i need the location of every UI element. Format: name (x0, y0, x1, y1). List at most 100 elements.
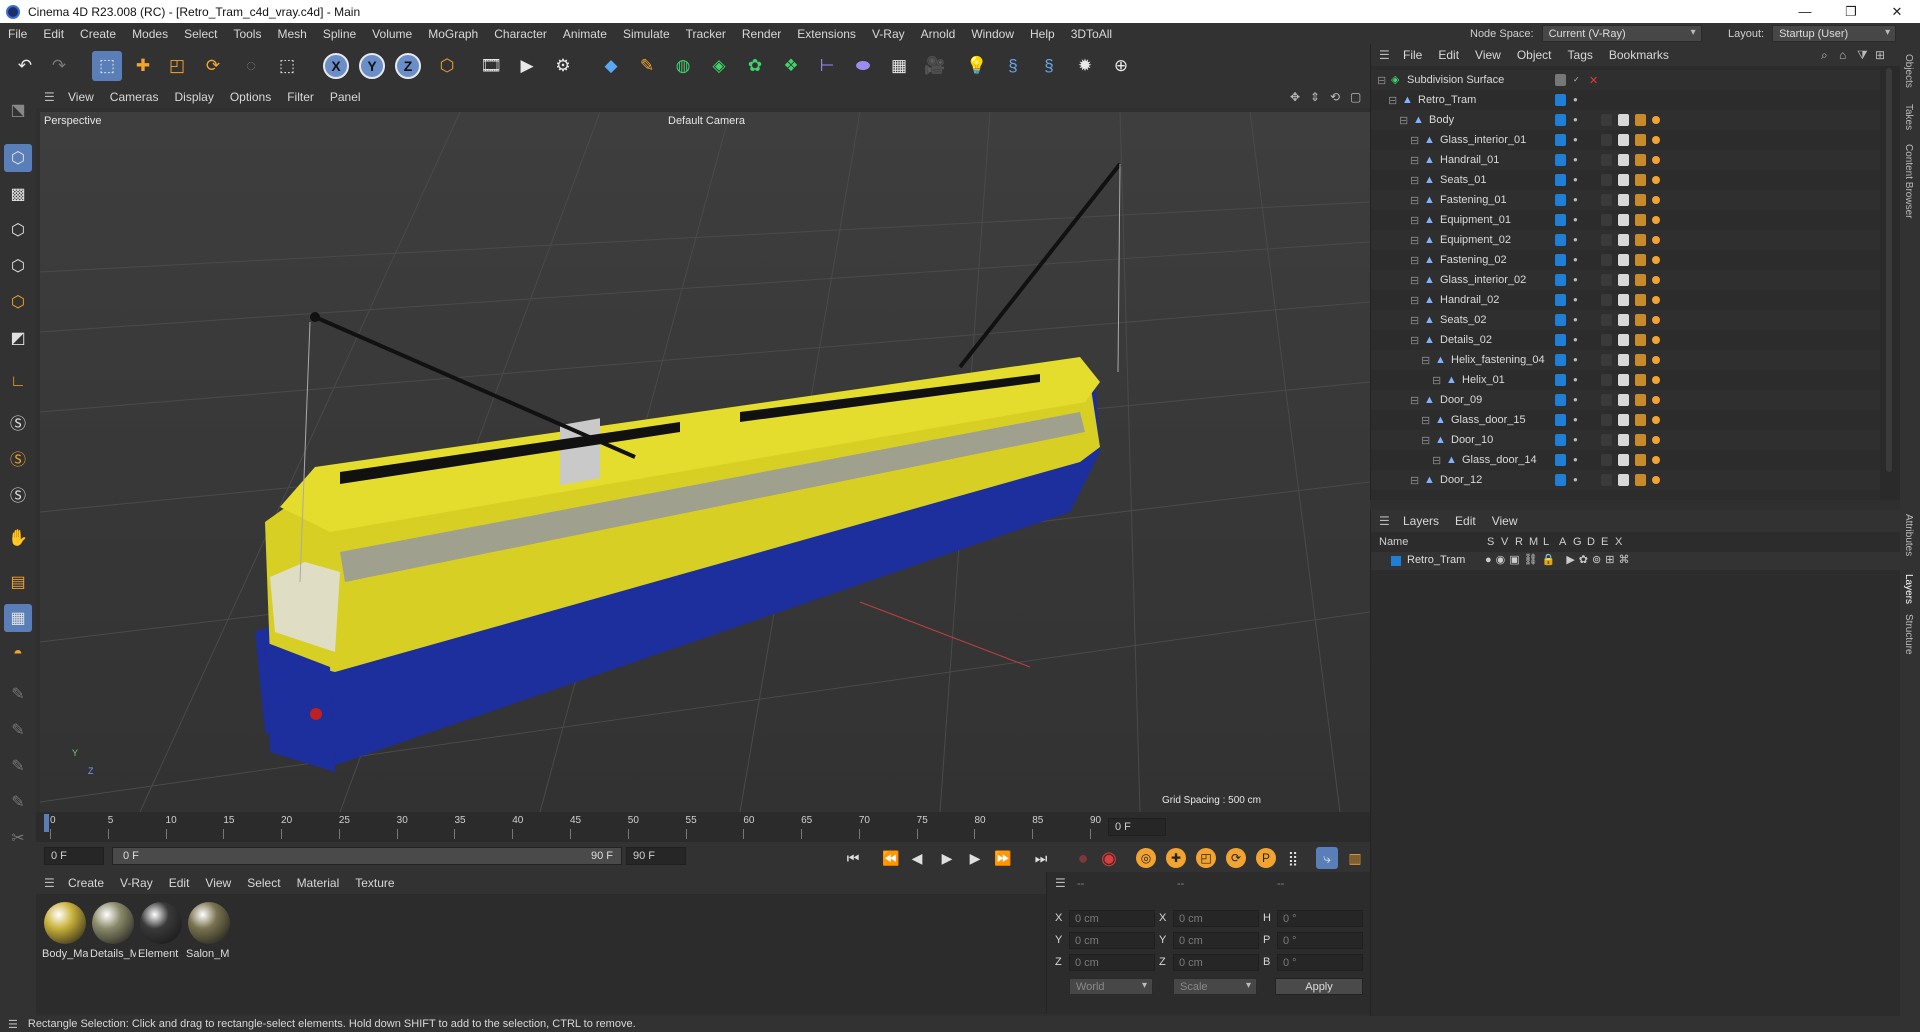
checker-tag-icon[interactable] (1618, 254, 1629, 266)
layer-color-swatch[interactable] (1555, 314, 1566, 326)
vray-tag-icon[interactable] (1652, 176, 1660, 184)
record-icon[interactable]: ● (1072, 847, 1094, 869)
visibility-dot-icon[interactable]: ● (1573, 156, 1578, 164)
tweak-icon[interactable]: ✋ (4, 524, 32, 552)
tab-attributes[interactable]: Attributes (1903, 514, 1914, 556)
auto-key-icon[interactable]: ◉ (1098, 847, 1120, 869)
object-row[interactable]: ⊟ ▲ Helix_01 ● (1371, 370, 1880, 390)
expand-toggle-icon[interactable]: ⊟ (1399, 114, 1408, 127)
visibility-dot-icon[interactable]: ● (1573, 436, 1578, 444)
object-row[interactable]: ⊟ ▲ Seats_02 ● (1371, 310, 1880, 330)
uv-tag-icon[interactable] (1635, 434, 1646, 446)
object-name[interactable]: Glass_door_14 (1462, 454, 1537, 466)
object-row[interactable]: ⊟ ▲ Helix_fastening_04 ● (1371, 350, 1880, 370)
obj-menu-object[interactable]: Object (1509, 48, 1560, 62)
recent-tool-icon[interactable]: ◌ (236, 51, 266, 81)
checker-tag-icon[interactable] (1618, 174, 1629, 186)
render-off-icon[interactable]: ✕ (1589, 74, 1598, 87)
menu-render[interactable]: Render (734, 27, 789, 41)
material-tag-icon[interactable] (1601, 394, 1612, 406)
object-row[interactable]: ⊟ ▲ Handrail_01 ● (1371, 150, 1880, 170)
material-tag-icon[interactable] (1601, 254, 1612, 266)
object-name[interactable]: Fastening_02 (1440, 254, 1507, 266)
material-tag-icon[interactable] (1601, 314, 1612, 326)
material-tag-icon[interactable] (1601, 154, 1612, 166)
uv-tag-icon[interactable] (1635, 414, 1646, 426)
vray-tag-icon[interactable] (1652, 396, 1660, 404)
object-scroll-thumb[interactable] (1886, 68, 1892, 472)
enable-check-icon[interactable]: ✓ (1573, 76, 1580, 84)
material-tag-icon[interactable] (1601, 354, 1612, 366)
paint-icon[interactable]: ✎ (4, 680, 32, 708)
checker-tag-icon[interactable] (1618, 414, 1629, 426)
object-row[interactable]: ⊟ ▲ Seats_01 ● (1371, 170, 1880, 190)
spline-pen-icon[interactable]: ✎ (632, 51, 662, 81)
tab-structure[interactable]: Structure (1903, 614, 1914, 655)
mat-menu-texture[interactable]: Texture (347, 876, 402, 890)
object-row[interactable]: ⊟ ▲ Door_09 ● (1371, 390, 1880, 410)
layer-color-swatch[interactable] (1555, 274, 1566, 286)
obj-menu-bookmarks[interactable]: Bookmarks (1601, 48, 1677, 62)
checker-tag-icon[interactable] (1618, 374, 1629, 386)
camera-icon[interactable]: 🎥 (920, 51, 950, 81)
visibility-dot-icon[interactable]: ● (1573, 276, 1578, 284)
go-to-start-icon[interactable]: ⏮ (842, 847, 864, 869)
checker-tag-icon[interactable] (1618, 354, 1629, 366)
3d-viewport[interactable]: Perspective Default Camera Grid Spacing … (40, 112, 1370, 812)
visibility-dot-icon[interactable]: ● (1573, 236, 1578, 244)
rot-b-field[interactable]: 0 ° (1277, 954, 1363, 971)
vp-menu-display[interactable]: Display (166, 90, 221, 104)
layer-color-swatch[interactable] (1555, 154, 1566, 166)
next-frame-icon[interactable]: ▶ (964, 847, 986, 869)
tab-content-browser[interactable]: Content Browser (1903, 144, 1914, 218)
menu-extensions[interactable]: Extensions (789, 27, 864, 41)
coords-hamburger-icon[interactable]: ☰ (1055, 876, 1066, 890)
vray-tag-icon[interactable] (1652, 356, 1660, 364)
object-name[interactable]: Fastening_01 (1440, 194, 1507, 206)
render-region-icon[interactable]: 🎞 (476, 51, 506, 81)
vray-tag-icon[interactable] (1652, 236, 1660, 244)
object-row[interactable]: ⊟ ▲ Door_10 ● (1371, 430, 1880, 450)
vp-menu-view[interactable]: View (60, 90, 102, 104)
material-tag-icon[interactable] (1601, 474, 1612, 486)
previous-key-icon[interactable]: ⏪ (880, 847, 902, 869)
menu-mograph[interactable]: MoGraph (420, 27, 486, 41)
expand-toggle-icon[interactable]: ⊟ (1421, 434, 1430, 447)
object-name[interactable]: Door_09 (1440, 394, 1482, 406)
coord-mode-dropdown[interactable]: World (1069, 978, 1153, 995)
object-row[interactable]: ⊟ ▲ Retro_Tram ● (1371, 90, 1880, 110)
visibility-dot-icon[interactable]: ● (1573, 376, 1578, 384)
key-rotation-icon[interactable]: ⟳ (1226, 848, 1246, 868)
vray-globe-icon[interactable]: ⊕ (1106, 51, 1136, 81)
layer-color-swatch[interactable] (1555, 414, 1566, 426)
vp-menu-panel[interactable]: Panel (322, 90, 369, 104)
vray-tag-icon[interactable] (1652, 156, 1660, 164)
vp-menu-cameras[interactable]: Cameras (102, 90, 167, 104)
previous-frame-icon[interactable]: ◀ (906, 847, 928, 869)
expand-toggle-icon[interactable]: ⊟ (1377, 74, 1386, 87)
expand-toggle-icon[interactable]: ⊟ (1410, 294, 1419, 307)
material-tag-icon[interactable] (1601, 454, 1612, 466)
material-tag-icon[interactable] (1601, 374, 1612, 386)
material-tag-icon[interactable] (1601, 274, 1612, 286)
vray-tag-icon[interactable] (1652, 416, 1660, 424)
checker-tag-icon[interactable] (1618, 114, 1629, 126)
rotate-tool-icon[interactable]: ⟳ (198, 51, 228, 81)
layer-color-swatch[interactable] (1555, 434, 1566, 446)
visibility-dot-icon[interactable]: ● (1573, 116, 1578, 124)
object-name[interactable]: Glass_interior_02 (1440, 274, 1526, 286)
uv-mode-icon[interactable]: ◩ (4, 324, 32, 352)
object-row[interactable]: ⊟ ▲ Fastening_02 ● (1371, 250, 1880, 270)
timeline-ruler[interactable]: 0 5 10 15 20 25 30 35 40 45 50 55 60 65 70 75 80 85 90 0 F (36, 812, 1370, 842)
checker-tag-icon[interactable] (1618, 234, 1629, 246)
checker-tag-icon[interactable] (1618, 194, 1629, 206)
material-swatch[interactable]: Details_M (90, 902, 136, 960)
node-space-dropdown[interactable]: Current (V-Ray) (1541, 25, 1702, 42)
expand-toggle-icon[interactable]: ⊟ (1410, 134, 1419, 147)
key-parameter-icon[interactable]: P (1256, 848, 1276, 868)
uv-tag-icon[interactable] (1635, 114, 1646, 126)
rot-p-field[interactable]: 0 ° (1277, 932, 1363, 949)
checker-tag-icon[interactable] (1618, 154, 1629, 166)
uv-tag-icon[interactable] (1635, 454, 1646, 466)
object-name[interactable]: Equipment_02 (1440, 234, 1511, 246)
